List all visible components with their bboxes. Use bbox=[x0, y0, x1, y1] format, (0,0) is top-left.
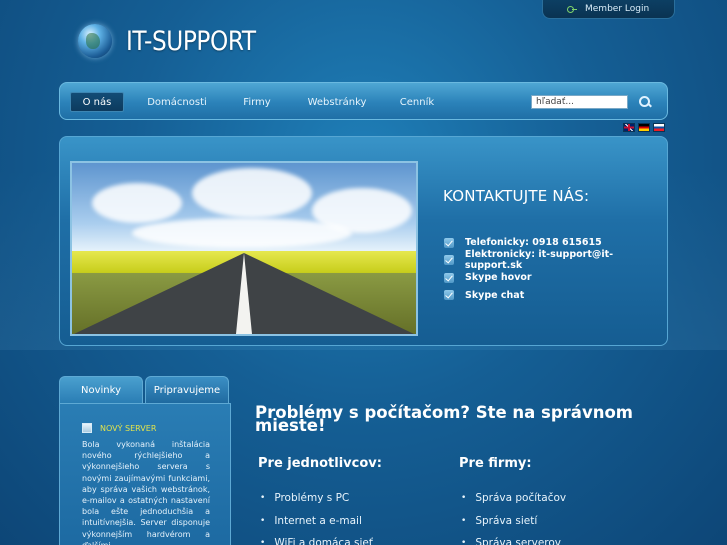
check-icon bbox=[444, 290, 454, 301]
individuals-title: Pre jednotlivcov: bbox=[258, 456, 382, 471]
nav-item-domacnosti[interactable]: Domácnosti bbox=[140, 92, 214, 112]
contact-list: Telefonicky: 0918 615615 Elektronicky: i… bbox=[444, 234, 667, 304]
contact-title: KONTAKTUJTE NÁS: bbox=[443, 187, 590, 205]
sidebar-tabs: Novinky Pripravujeme bbox=[59, 376, 229, 403]
news-text: Bola vykonaná inštalácia nového rýchlejš… bbox=[82, 440, 210, 545]
contact-item-skype-chat[interactable]: Skype chat bbox=[444, 287, 667, 305]
sk-flag-icon[interactable] bbox=[653, 123, 665, 132]
nav-item-webstranky[interactable]: Webstránky bbox=[300, 92, 374, 112]
search-input[interactable] bbox=[531, 95, 628, 109]
language-switcher bbox=[623, 123, 665, 132]
logo-text: IT-SUPPORT bbox=[126, 25, 256, 57]
list-item[interactable]: WiFi a domáca sieť bbox=[260, 532, 373, 545]
list-item[interactable]: Internet a e-mail bbox=[260, 510, 373, 533]
tab-pripravujeme[interactable]: Pripravujeme bbox=[145, 376, 229, 403]
check-icon bbox=[444, 255, 454, 266]
news-title[interactable]: NOVÝ SERVER bbox=[100, 424, 156, 433]
check-icon bbox=[444, 272, 454, 283]
companies-list: Správa počítačov Správa sietí Správa ser… bbox=[461, 487, 566, 545]
list-item[interactable]: Správa serverov bbox=[461, 532, 566, 545]
hero-panel: KONTAKTUJTE NÁS: Telefonicky: 0918 61561… bbox=[59, 136, 668, 346]
news-header: NOVÝ SERVER bbox=[82, 423, 156, 433]
globe-icon bbox=[78, 24, 112, 58]
en-flag-icon[interactable] bbox=[623, 123, 635, 132]
member-login-label: Member Login bbox=[585, 4, 650, 14]
list-item[interactable]: Problémy s PC bbox=[260, 487, 373, 510]
list-item[interactable]: Správa počítačov bbox=[461, 487, 566, 510]
contact-item-skype-call[interactable]: Skype hovor bbox=[444, 269, 667, 287]
main-navigation: O nás Domácnosti Firmy Webstránky Cenník bbox=[59, 82, 668, 120]
companies-title: Pre firmy: bbox=[459, 456, 532, 471]
nav-item-o-nas[interactable]: O nás bbox=[70, 92, 124, 112]
tab-novinky[interactable]: Novinky bbox=[59, 376, 143, 403]
individuals-list: Problémy s PC Internet a e-mail WiFi a d… bbox=[260, 487, 373, 545]
list-item[interactable]: Správa sietí bbox=[461, 510, 566, 533]
document-icon bbox=[82, 423, 92, 433]
de-flag-icon[interactable] bbox=[638, 123, 650, 132]
road-landscape-image bbox=[70, 161, 418, 336]
nav-item-firmy[interactable]: Firmy bbox=[232, 92, 282, 112]
nav-item-cennik[interactable]: Cenník bbox=[392, 92, 442, 112]
member-login-button[interactable]: Member Login bbox=[542, 0, 675, 19]
search-icon[interactable] bbox=[638, 95, 652, 109]
key-icon bbox=[567, 5, 577, 13]
news-panel: NOVÝ SERVER Bola vykonaná inštalácia nov… bbox=[59, 403, 231, 545]
contact-item-email[interactable]: Elektronicky: it-support@it-support.sk bbox=[444, 249, 667, 271]
check-icon bbox=[444, 237, 454, 248]
site-logo[interactable]: IT-SUPPORT bbox=[78, 24, 277, 58]
page-heading: Problémy s počítačom? Ste na správnom mi… bbox=[255, 403, 633, 435]
